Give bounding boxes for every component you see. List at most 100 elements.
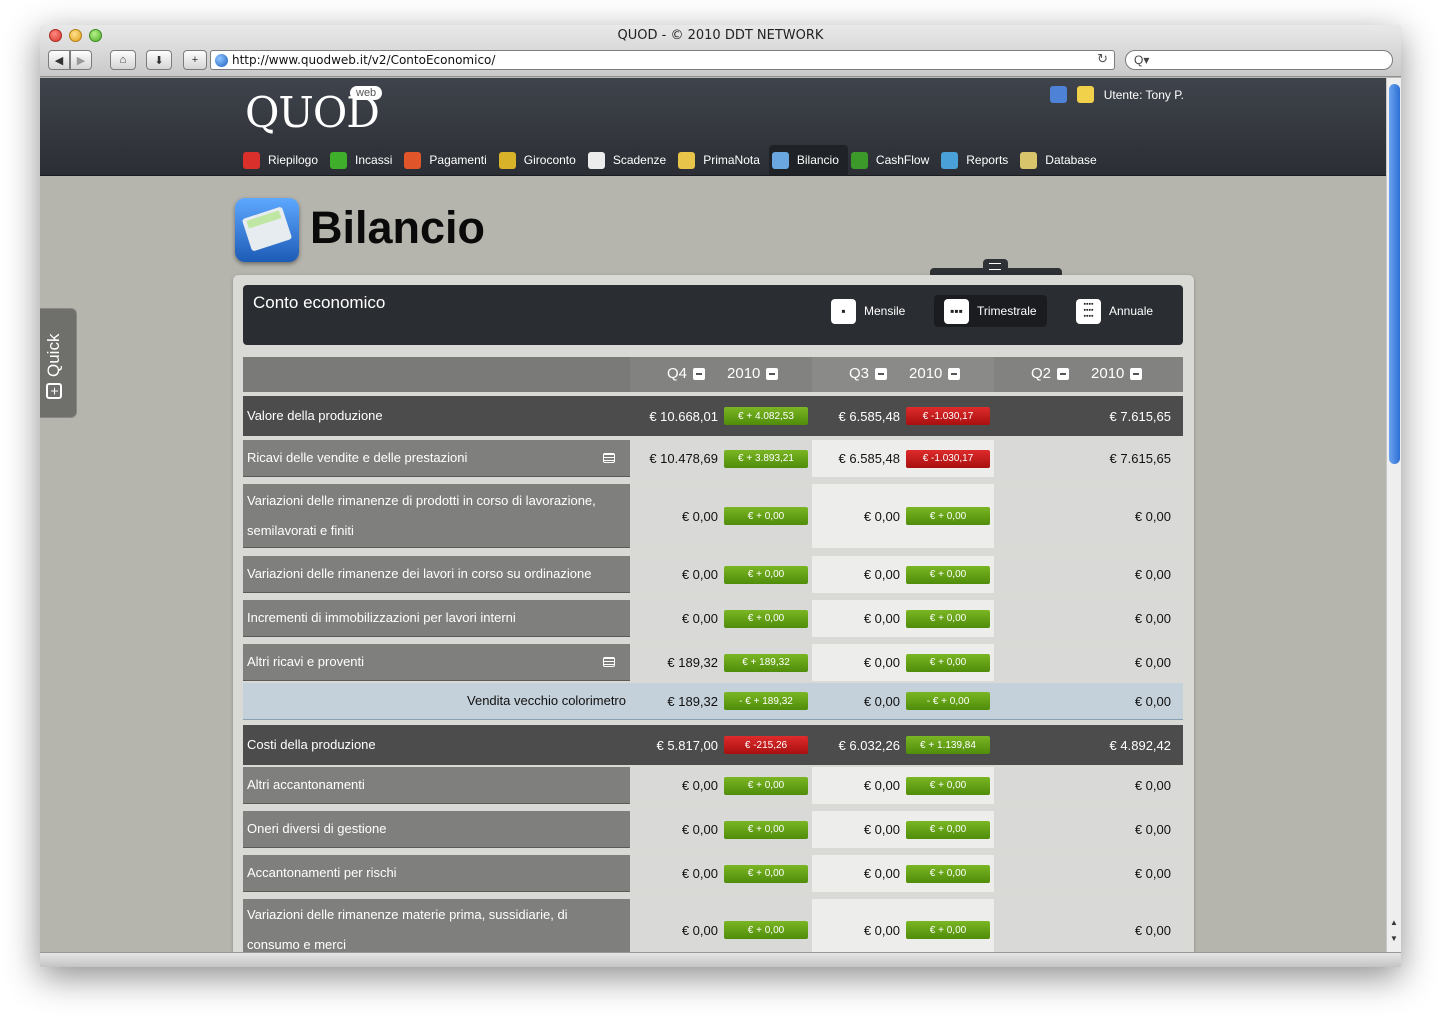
title-bar: QUOD - © 2010 DDT NETWORK ◀ ▶ ⌂ ⬇ + http… (40, 25, 1401, 77)
main-nav: Riepilogo Incassi Pagamenti Giroconto Scaden… (240, 145, 1106, 175)
notes-icon[interactable] (603, 657, 615, 667)
amount: € 0,00 (863, 508, 900, 524)
downloads-button[interactable]: ⬇ (146, 50, 172, 70)
table-row[interactable]: Incrementi di immobilizzazioni per lavor… (243, 600, 1183, 637)
delta-badge: - € + 0,00 (906, 692, 990, 710)
nav-item-reports[interactable]: Reports (938, 145, 1017, 175)
forward-button[interactable]: ▶ (70, 50, 92, 70)
amount: € 0,00 (681, 567, 718, 582)
year-dropdown-icon[interactable] (1130, 367, 1143, 380)
nav-item-label: Riepilogo (268, 153, 319, 167)
amount: € 0,00 (863, 611, 900, 626)
value-cell: € 6.585,48 € -1.030,17 (812, 440, 994, 477)
quarter-dropdown-icon[interactable] (693, 367, 706, 380)
table-row[interactable]: Altri ricavi e proventi € 189,32 € + 189,3… (243, 644, 1183, 681)
page-viewport: QUOD web Utente: Tony P. Riepilogo Incass… (40, 78, 1386, 952)
user-area: Utente: Tony P. (1049, 86, 1184, 103)
nav-item-riepilogo[interactable]: Riepilogo (240, 145, 327, 175)
value-cell: € 0,00 (994, 484, 1183, 548)
nav-item-pagamenti[interactable]: Pagamenti (401, 145, 495, 175)
nav-scadenze-icon (587, 151, 605, 169)
quarter-dropdown-icon[interactable] (875, 367, 888, 380)
section-row: Valore della produzione € 10.668,01 € + 4.… (243, 396, 1183, 436)
nav-item-giroconto[interactable]: Giroconto (496, 145, 585, 175)
value-cell: € 0,00 € + 0,00 (630, 600, 812, 637)
value-cell: € 7.615,65 (994, 396, 1183, 436)
value-cell: € 0,00 € + 0,00 (812, 767, 994, 804)
amount: € 0,00 (681, 866, 718, 881)
year-dropdown-icon[interactable] (766, 367, 779, 380)
delta-badge: € + 0,00 (724, 776, 808, 795)
nav-item-label: Reports (966, 153, 1009, 167)
row-label: Altri accantonamenti (243, 767, 631, 804)
three-dots-icon: ▪▪▪ (944, 298, 969, 324)
nav-giroconto-icon (498, 151, 516, 169)
amount: € 0,00 (1134, 922, 1171, 938)
nav-item-database[interactable]: Database (1017, 145, 1105, 175)
nav-item-bilancio[interactable]: Bilancio (768, 145, 848, 175)
quarter-dropdown-icon[interactable] (1057, 367, 1070, 380)
period-trimestrale-button[interactable]: ▪▪▪ Trimestrale (934, 295, 1047, 327)
nav-cashflow-icon (850, 151, 868, 169)
value-cell: € 4.892,42 (994, 725, 1183, 765)
scrollbar-thumb[interactable] (1389, 84, 1400, 464)
scroll-down-arrow-icon[interactable]: ▼ (1390, 934, 1398, 943)
nav-item-scadenze[interactable]: Scadenze (585, 145, 675, 175)
value-cell: € 189,32 - € + 189,32 (630, 683, 812, 719)
delta-badge: € + 0,00 (906, 653, 990, 672)
search-field[interactable]: Q▾ (1125, 50, 1393, 70)
reload-icon[interactable]: ↻ (1097, 52, 1108, 67)
nav-item-label: Database (1045, 153, 1097, 167)
user-label[interactable]: Utente: Tony P. (1104, 88, 1184, 102)
back-arrow-icon: ◀ (54, 54, 64, 67)
nav-item-incassi[interactable]: Incassi (327, 145, 401, 175)
table-row[interactable]: Altri accantonamenti € 0,00 € + 0,00 € 0,00… (243, 767, 1183, 804)
table-row[interactable]: Ricavi delle vendite e delle prestazioni… (243, 440, 1183, 477)
delta-badge: € + 0,00 (724, 507, 808, 525)
amount: € 0,00 (1134, 611, 1171, 626)
card-handle-icon[interactable] (983, 259, 1008, 272)
table-row[interactable]: Variazioni delle rimanenze di prodotti i… (243, 484, 1183, 548)
nav-item-label: Incassi (355, 153, 393, 167)
vertical-scrollbar[interactable]: ▲ ▼ (1386, 78, 1401, 952)
address-bar[interactable]: http://www.quodweb.it/v2/ContoEconomico/… (210, 50, 1115, 70)
amount: € 7.615,65 (1109, 451, 1171, 466)
value-cell: € 0,00 (994, 644, 1183, 681)
nav-item-label: Pagamenti (429, 153, 487, 167)
nav-incassi-icon (330, 151, 348, 169)
amount: € 7.615,65 (1109, 408, 1171, 424)
table-row[interactable]: Variazioni delle rimanenze dei lavori in… (243, 556, 1183, 593)
value-cell: € 0,00 € + 0,00 (630, 484, 812, 548)
nav-item-primanota[interactable]: PrimaNota (675, 145, 769, 175)
period-mensile-button[interactable]: ▪ Mensile (821, 295, 915, 327)
delta-badge: € + 1.139,84 (906, 736, 990, 754)
nav-item-cashflow[interactable]: CashFlow (848, 145, 938, 175)
home-button[interactable]: ⌂ (110, 50, 136, 70)
table-row[interactable]: Variazioni delle rimanenze materie prima… (243, 899, 1183, 952)
lock-icon[interactable] (1049, 86, 1067, 103)
scroll-up-arrow-icon[interactable]: ▲ (1390, 918, 1398, 927)
row-label: Vendita vecchio colorimetro (467, 693, 626, 708)
table-row[interactable]: Accantonamenti per rischi € 0,00 € + 0,00 €… (243, 855, 1183, 892)
value-cell: € 0,00 € + 0,00 (812, 556, 994, 593)
add-bookmark-button[interactable]: + (183, 50, 207, 70)
value-cell: € 0,00 € + 0,00 (812, 600, 994, 637)
value-cell: € 0,00 € + 0,00 (630, 855, 812, 892)
nav-item-label: Scadenze (612, 153, 667, 167)
delta-badge: € + 0,00 (906, 921, 990, 939)
row-label: Accantonamenti per rischi (243, 855, 631, 892)
year-dropdown-icon[interactable] (948, 367, 961, 380)
table-row[interactable]: Oneri diversi di gestione € 0,00 € + 0,00 €… (243, 811, 1183, 848)
amount: € 189,32 (667, 693, 718, 709)
nav-item-label: Bilancio (796, 153, 839, 167)
detail-row: Vendita vecchio colorimetro € 189,32 - € +… (243, 683, 1183, 720)
calculator-icon (235, 198, 299, 262)
back-button[interactable]: ◀ (48, 50, 70, 70)
quick-text: Quick (44, 333, 63, 377)
section-row: Costi della produzione € 5.817,00 € -215,2… (243, 725, 1183, 765)
period-annuale-button[interactable]: ▪▪▪▪ ▪▪▪▪ ▪▪▪▪ Annuale (1066, 295, 1163, 327)
notes-icon[interactable] (603, 453, 615, 463)
delta-badge: € + 0,00 (724, 864, 808, 883)
quick-panel-toggle[interactable]: + Quick (40, 308, 77, 418)
value-cell: € 7.615,65 (994, 440, 1183, 477)
